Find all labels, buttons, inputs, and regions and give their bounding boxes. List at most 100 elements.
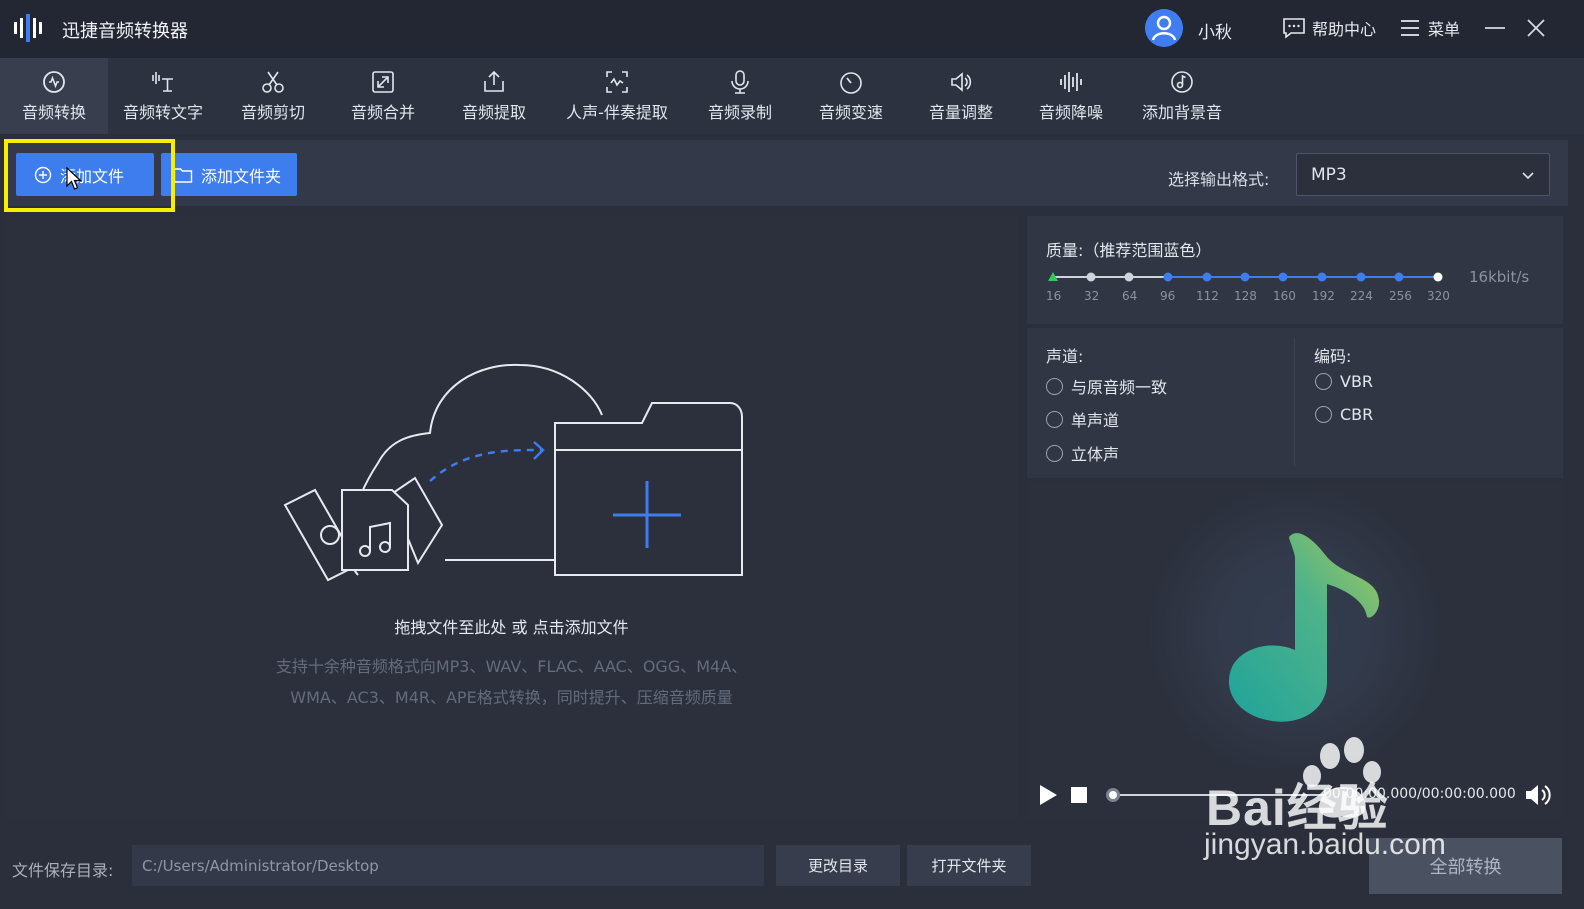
extract-icon	[484, 70, 504, 92]
quality-tick: 112	[1196, 289, 1219, 303]
help-center-label: 帮助中心	[1312, 20, 1377, 39]
minimize-icon[interactable]	[1483, 16, 1507, 40]
tool-label: 音频变速	[818, 103, 883, 122]
channel-option-stereo[interactable]: 立体声	[1046, 441, 1119, 465]
microphone-icon	[731, 70, 749, 94]
volume-adjust-icon	[951, 72, 972, 92]
tool-audio-speed[interactable]: 音频变速	[796, 58, 906, 134]
close-icon[interactable]	[1524, 16, 1548, 40]
encoding-option-cbr[interactable]: CBR	[1315, 405, 1373, 424]
quality-tick: 128	[1234, 289, 1257, 303]
tool-volume-adjust[interactable]: 音量调整	[906, 58, 1016, 134]
tool-bar: 音频转换 音频转文字 音频剪切 音频合并 音频提取 人声-伴奏提取 音频录制 音…	[0, 58, 1584, 134]
mouse-cursor-icon	[66, 167, 82, 190]
tool-background-music[interactable]: 添加背景音	[1126, 58, 1238, 134]
tool-label: 音频转换	[21, 103, 86, 122]
tool-audio-extract[interactable]: 音频提取	[438, 58, 550, 134]
quality-tick: 320	[1427, 289, 1450, 303]
user-avatar-icon[interactable]	[1145, 9, 1183, 47]
radio-icon	[1046, 377, 1063, 395]
merge-icon	[372, 71, 394, 93]
quality-tick: 16	[1046, 289, 1062, 303]
channel-title: 声道:	[1046, 347, 1084, 366]
tool-audio-convert[interactable]: 音频转换	[0, 58, 108, 134]
quality-tick: 32	[1084, 289, 1100, 303]
speed-icon	[840, 72, 862, 94]
menu-label: 菜单	[1428, 20, 1461, 39]
save-dir-value: C:/Users/Administrator/Desktop	[142, 856, 379, 875]
tool-label: 添加背景音	[1141, 103, 1222, 122]
encoding-option-vbr[interactable]: VBR	[1315, 372, 1373, 391]
add-folder-label: 添加文件夹	[201, 166, 282, 186]
radio-label: 与原音频一致	[1071, 378, 1168, 397]
channel-option-original[interactable]: 与原音频一致	[1046, 374, 1167, 398]
quality-title: 质量:（推荐范围蓝色）	[1046, 241, 1212, 260]
background-music-icon	[1171, 71, 1193, 93]
drop-hint-title: 拖拽文件至此处 或 点击添加文件	[394, 618, 629, 637]
radio-icon	[1046, 410, 1063, 428]
drop-hint-formats-2: WMA、AC3、M4R、APE格式转换，同时提升、压缩音频质量	[290, 688, 733, 707]
scissors-icon	[262, 71, 284, 93]
tool-label: 音频录制	[707, 103, 772, 122]
watermark-site: jingyan.baidu.com	[1204, 828, 1446, 861]
save-dir-label: 文件保存目录:	[12, 861, 114, 880]
encoding-title: 编码:	[1314, 347, 1352, 366]
quality-tick: 96	[1160, 289, 1176, 303]
change-dir-button[interactable]: 更改目录	[776, 845, 900, 886]
radio-icon	[1315, 406, 1332, 423]
channel-option-mono[interactable]: 单声道	[1046, 407, 1119, 431]
menu-button[interactable]: 菜单	[1400, 17, 1460, 39]
play-icon[interactable]	[1038, 784, 1058, 806]
radio-label: 立体声	[1071, 445, 1120, 464]
tool-label: 音量调整	[928, 103, 993, 122]
chevron-down-icon	[1522, 172, 1534, 180]
radio-icon	[1315, 373, 1332, 390]
tool-audio-to-text[interactable]: 音频转文字	[108, 58, 218, 134]
app-logo-icon	[14, 14, 42, 42]
tool-label: 音频合并	[350, 103, 415, 122]
tool-audio-denoise[interactable]: 音频降噪	[1016, 58, 1126, 134]
tool-label: 音频降噪	[1038, 103, 1103, 122]
audio-convert-icon	[43, 71, 65, 93]
highlight-box	[4, 139, 175, 212]
app-title: 迅捷音频转换器	[62, 21, 188, 42]
output-format-value: MP3	[1311, 164, 1347, 185]
quality-value: 16kbit/s	[1469, 268, 1530, 286]
tool-label: 音频转文字	[122, 103, 203, 122]
tool-label: 人声-伴奏提取	[566, 103, 668, 122]
quality-tick: 192	[1312, 289, 1335, 303]
quality-slider[interactable]	[1040, 266, 1460, 288]
vocal-extract-icon	[606, 71, 628, 93]
help-center-button[interactable]: 帮助中心	[1282, 17, 1376, 39]
seek-handle[interactable]	[1106, 788, 1120, 802]
folder-icon	[173, 167, 193, 183]
radio-icon	[1046, 444, 1063, 462]
tool-vocal-extract[interactable]: 人声-伴奏提取	[550, 58, 684, 134]
quality-tick: 64	[1122, 289, 1138, 303]
music-note-artwork	[1145, 482, 1445, 768]
tool-audio-record[interactable]: 音频录制	[684, 58, 796, 134]
save-dir-input[interactable]: C:/Users/Administrator/Desktop	[132, 845, 764, 886]
options-divider	[1294, 338, 1295, 466]
tool-audio-cut[interactable]: 音频剪切	[218, 58, 328, 134]
open-folder-button[interactable]: 打开文件夹	[907, 845, 1031, 886]
quality-tick: 256	[1389, 289, 1412, 303]
cloud-folder-illustration	[283, 363, 743, 582]
output-format-select[interactable]: MP3	[1296, 153, 1550, 196]
username[interactable]: 小秋	[1198, 18, 1232, 43]
drop-hint-formats-1: 支持十余种音频格式向MP3、WAV、FLAC、AAC、OGG、M4A、	[275, 657, 748, 676]
audio-preview	[1027, 482, 1563, 768]
quality-tick: 224	[1350, 289, 1373, 303]
tool-label: 音频剪切	[240, 103, 305, 122]
stop-icon[interactable]	[1071, 787, 1087, 803]
radio-label: CBR	[1340, 405, 1374, 424]
radio-label: VBR	[1340, 372, 1374, 391]
hamburger-icon	[1401, 20, 1419, 36]
volume-icon[interactable]	[1524, 783, 1552, 807]
tool-audio-merge[interactable]: 音频合并	[328, 58, 438, 134]
chat-help-icon	[1283, 18, 1305, 39]
output-format-label: 选择输出格式:	[1168, 170, 1270, 189]
tool-label: 音频提取	[461, 103, 526, 122]
audio-to-text-icon	[152, 72, 173, 92]
add-folder-button[interactable]: 添加文件夹	[161, 153, 297, 196]
